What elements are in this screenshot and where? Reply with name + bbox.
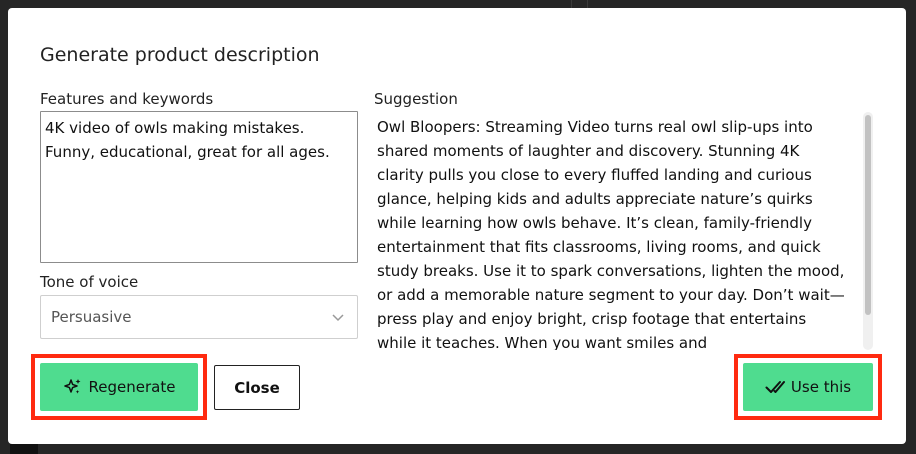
tone-selected-value: Persuasive bbox=[51, 308, 132, 326]
features-label: Features and keywords bbox=[40, 90, 214, 108]
tone-label: Tone of voice bbox=[40, 273, 139, 291]
use-this-button[interactable]: Use this bbox=[743, 363, 873, 411]
use-this-label: Use this bbox=[790, 378, 852, 396]
double-check-icon bbox=[765, 381, 785, 393]
regenerate-label: Regenerate bbox=[88, 378, 176, 396]
scrollbar-thumb[interactable] bbox=[865, 115, 871, 315]
dialog-title: Generate product description bbox=[40, 44, 320, 66]
tone-select[interactable]: Persuasive bbox=[40, 295, 358, 339]
close-label: Close bbox=[234, 378, 280, 397]
background-element bbox=[10, 444, 38, 454]
suggestion-scrollbar[interactable] bbox=[863, 112, 873, 350]
suggestion-panel[interactable]: Owl Bloopers: Streaming Video turns real… bbox=[374, 112, 860, 350]
close-button[interactable]: Close bbox=[214, 365, 300, 410]
features-textarea[interactable]: 4K video of owls making mistakes. Funny,… bbox=[40, 111, 358, 263]
generate-description-dialog: Generate product description Features an… bbox=[8, 8, 906, 444]
suggestion-text: Owl Bloopers: Streaming Video turns real… bbox=[377, 118, 845, 350]
sparkles-icon bbox=[63, 379, 81, 394]
suggestion-label: Suggestion bbox=[374, 90, 458, 108]
background-divider bbox=[587, 0, 588, 8]
chevron-down-icon bbox=[332, 314, 344, 322]
regenerate-button[interactable]: Regenerate bbox=[40, 363, 198, 411]
background-divider bbox=[571, 0, 572, 8]
